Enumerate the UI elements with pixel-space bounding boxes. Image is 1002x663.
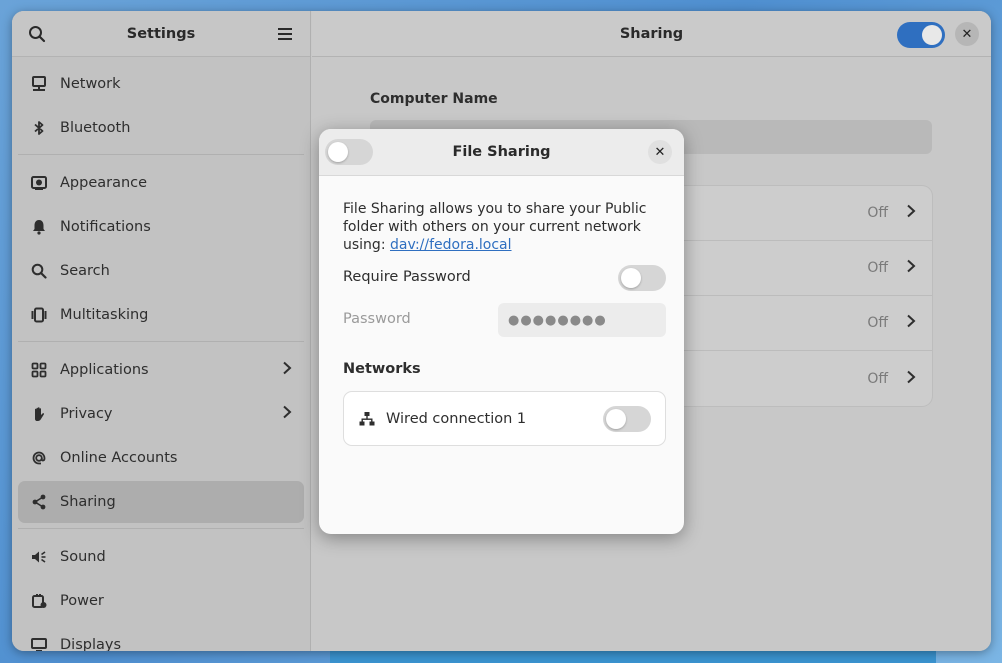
sidebar-item-online-accounts[interactable]: Online Accounts <box>18 437 304 479</box>
multitasking-icon <box>30 306 48 324</box>
close-icon: ✕ <box>961 26 973 42</box>
wired-network-icon <box>358 410 376 428</box>
dialog-close-button[interactable]: ✕ <box>648 140 672 164</box>
sidebar-item-network[interactable]: Network <box>18 63 304 105</box>
sidebar-item-label: Multitasking <box>60 307 149 323</box>
file-sharing-dialog: File Sharing ✕ File Sharing allows you t… <box>319 129 684 534</box>
chevron-right-icon <box>906 204 916 222</box>
sidebar-item-label: Power <box>60 593 104 609</box>
chevron-right-icon <box>282 405 292 423</box>
chevron-right-icon <box>282 361 292 379</box>
chevron-right-icon <box>906 259 916 277</box>
share-icon <box>30 493 48 511</box>
sidebar-item-multitasking[interactable]: Multitasking <box>18 294 304 336</box>
sidebar-item-label: Network <box>60 76 121 92</box>
sidebar-divider <box>18 154 304 155</box>
grid-icon <box>30 361 48 379</box>
sidebar-item-label: Notifications <box>60 219 151 235</box>
status-text: Off <box>867 260 888 276</box>
sidebar: Settings Network Bluetooth Appearance No… <box>12 11 311 651</box>
at-icon <box>30 449 48 467</box>
sidebar-item-label: Appearance <box>60 175 148 191</box>
password-field[interactable]: ●●●●●●●● <box>498 303 666 337</box>
sidebar-divider <box>18 528 304 529</box>
display-icon <box>30 636 48 651</box>
sidebar-nav: Network Bluetooth Appearance Notificatio… <box>12 57 310 651</box>
sidebar-item-notifications[interactable]: Notifications <box>18 206 304 248</box>
dav-link[interactable]: dav://fedora.local <box>390 237 512 253</box>
chevron-right-icon <box>906 370 916 388</box>
menu-button[interactable] <box>274 23 296 45</box>
require-password-toggle[interactable] <box>618 265 666 291</box>
sidebar-item-label: Online Accounts <box>60 450 178 466</box>
sidebar-item-search[interactable]: Search <box>18 250 304 292</box>
search-icon <box>30 262 48 280</box>
status-text: Off <box>867 205 888 221</box>
sidebar-item-label: Sharing <box>60 494 116 510</box>
dialog-title: File Sharing <box>452 144 551 160</box>
sidebar-item-power[interactable]: Power <box>18 580 304 622</box>
sharing-master-toggle[interactable] <box>897 22 945 48</box>
bell-icon <box>30 218 48 236</box>
sidebar-item-privacy[interactable]: Privacy <box>18 393 304 435</box>
computer-name-label: Computer Name <box>370 91 498 107</box>
page-title: Sharing <box>619 25 684 42</box>
sidebar-item-label: Privacy <box>60 406 113 422</box>
file-sharing-toggle[interactable] <box>325 139 373 165</box>
close-icon: ✕ <box>654 144 666 160</box>
networks-label: Networks <box>343 361 421 377</box>
sidebar-item-label: Applications <box>60 362 149 378</box>
sidebar-item-applications[interactable]: Applications <box>18 349 304 391</box>
main-header: Sharing ✕ <box>312 11 991 57</box>
status-text: Off <box>867 370 888 387</box>
network-toggle[interactable] <box>603 406 651 432</box>
sidebar-item-sharing[interactable]: Sharing <box>18 481 304 523</box>
sidebar-item-label: Bluetooth <box>60 120 131 136</box>
hamburger-menu-icon <box>277 27 292 40</box>
search-button[interactable] <box>26 23 48 45</box>
speaker-icon <box>30 548 48 566</box>
search-icon <box>29 25 46 42</box>
sidebar-item-bluetooth[interactable]: Bluetooth <box>18 107 304 149</box>
bluetooth-icon <box>30 119 48 137</box>
sidebar-item-label: Search <box>60 263 110 279</box>
sidebar-item-appearance[interactable]: Appearance <box>18 162 304 204</box>
window-close-button[interactable]: ✕ <box>955 22 979 46</box>
sidebar-item-displays[interactable]: Displays <box>18 624 304 651</box>
appearance-icon <box>30 174 48 192</box>
sidebar-header: Settings <box>12 11 310 57</box>
status-text: Off <box>867 315 888 331</box>
sidebar-item-sound[interactable]: Sound <box>18 536 304 578</box>
require-password-label: Require Password <box>343 269 471 285</box>
dialog-header: File Sharing ✕ <box>319 129 684 176</box>
sidebar-divider <box>18 341 304 342</box>
chevron-right-icon <box>906 314 916 332</box>
sidebar-item-label: Sound <box>60 549 106 565</box>
password-label: Password <box>343 311 411 327</box>
sidebar-item-label: Displays <box>60 637 122 651</box>
file-sharing-description: File Sharing allows you to share your Pu… <box>343 200 669 254</box>
network-row: Wired connection 1 <box>343 391 666 446</box>
hand-icon <box>30 405 48 423</box>
network-icon <box>30 75 48 93</box>
sidebar-title: Settings <box>126 25 196 42</box>
power-icon <box>30 592 48 610</box>
network-name: Wired connection 1 <box>386 410 527 427</box>
